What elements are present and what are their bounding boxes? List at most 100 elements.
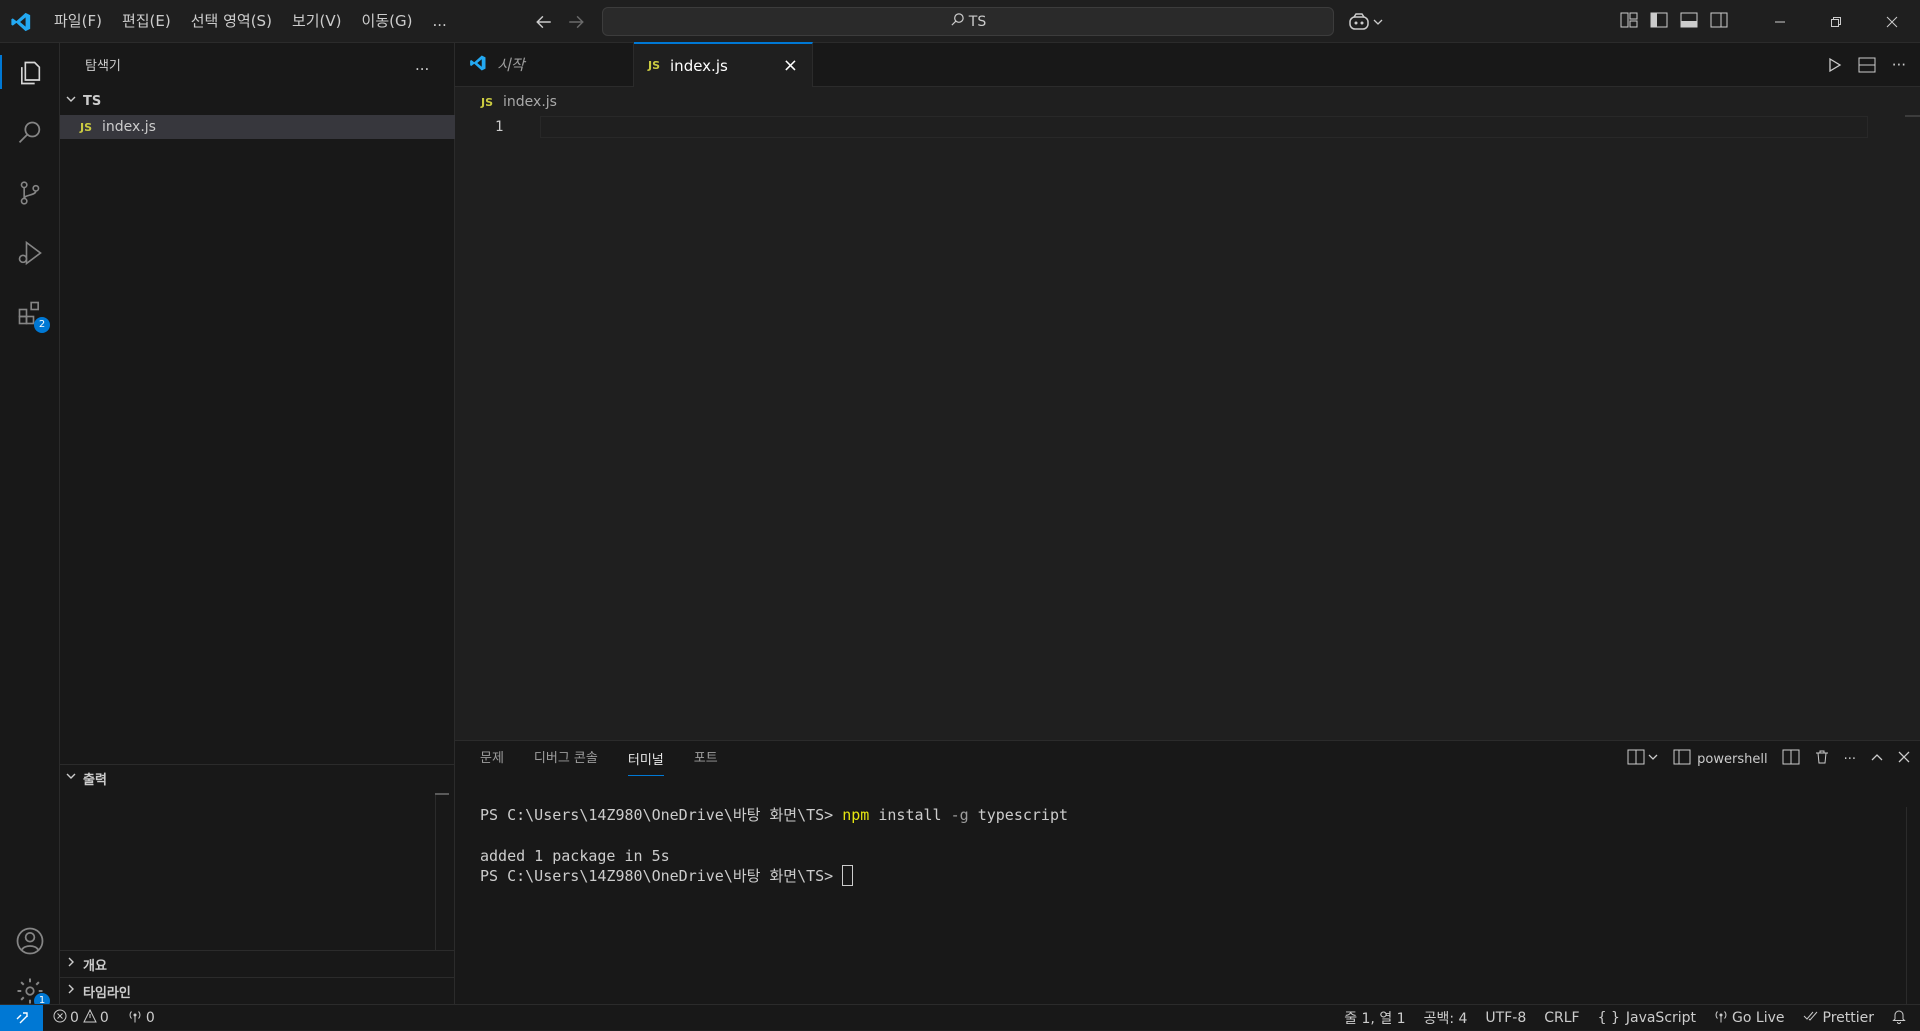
forward-arrow-icon[interactable]	[564, 0, 588, 43]
terminal-arg: typescript	[977, 806, 1069, 824]
bottom-panel: 문제 디버그 콘솔 터미널 포트 powershell ··· PS C:\Us…	[455, 740, 1920, 1005]
toggle-primary-sidebar-icon[interactable]	[1650, 12, 1668, 32]
run-file-icon[interactable]	[1826, 43, 1842, 87]
trash-icon[interactable]	[1814, 749, 1830, 769]
panel-tab-terminal[interactable]: 터미널	[627, 743, 664, 776]
accounts-icon[interactable]	[0, 913, 60, 969]
terminal-shell-name[interactable]: powershell	[1697, 752, 1767, 767]
command-center-search[interactable]: TS	[602, 7, 1334, 36]
run-debug-icon[interactable]	[0, 225, 60, 281]
cursor-position[interactable]: 줄 1, 열 1	[1344, 1008, 1405, 1028]
toggle-panel-icon[interactable]	[1680, 12, 1698, 32]
terminal-prompt: PS C:\Users\14Z980\OneDrive\바탕 화면\TS>	[480, 806, 834, 824]
editor-area[interactable]: JS index.js 1	[455, 87, 1920, 740]
explorer-icon[interactable]	[0, 45, 60, 101]
folder-header-ts[interactable]: TS	[65, 89, 455, 113]
toggle-secondary-sidebar-icon[interactable]	[1710, 12, 1728, 32]
go-live-button[interactable]: Go Live	[1714, 1009, 1785, 1027]
sidebar-title: 탐색기	[85, 43, 121, 86]
end-of-line[interactable]: CRLF	[1544, 1010, 1579, 1026]
restore-button[interactable]	[1808, 0, 1864, 43]
menu-view[interactable]: 보기(V)	[282, 0, 352, 43]
output-section-header[interactable]: 출력	[65, 766, 455, 790]
menu-go[interactable]: 이동(G)	[352, 0, 423, 43]
source-control-icon[interactable]	[0, 165, 60, 221]
indentation[interactable]: 공백: 4	[1424, 1008, 1468, 1028]
extensions-icon[interactable]: 2	[0, 285, 60, 341]
terminal-scrollbar[interactable]	[1906, 807, 1920, 1005]
breadcrumb-file[interactable]: index.js	[503, 94, 557, 110]
file-item-index-js[interactable]: JS index.js	[60, 115, 455, 139]
editor-more-icon[interactable]: ···	[1892, 43, 1906, 87]
ports-count: 0	[145, 1009, 155, 1026]
timeline-section-header[interactable]: 타임라인	[65, 979, 455, 1003]
close-window-button[interactable]	[1864, 0, 1920, 43]
vscode-logo-icon	[469, 54, 487, 76]
section-divider	[60, 977, 455, 978]
panel-actions: powershell ···	[1627, 741, 1910, 777]
menu-more[interactable]: ...	[422, 0, 456, 43]
double-check-icon	[1803, 1010, 1819, 1026]
menu-selection[interactable]: 선택 영역(S)	[181, 0, 282, 43]
activity-bar: 2 1	[0, 43, 60, 1009]
encoding[interactable]: UTF-8	[1485, 1010, 1526, 1026]
warning-count: 0	[99, 1009, 109, 1026]
tab-index-js[interactable]: JS index.js ×	[634, 41, 813, 88]
minimize-button[interactable]	[1752, 0, 1808, 43]
chevron-right-icon	[65, 956, 77, 972]
prettier-status[interactable]: Prettier	[1803, 1009, 1875, 1026]
go-live-label: Go Live	[1732, 1009, 1785, 1026]
terminal-output: added 1 package in 5s	[480, 847, 670, 865]
vscode-logo-icon	[10, 0, 32, 43]
warning-icon	[83, 1008, 97, 1027]
close-icon[interactable]: ×	[783, 55, 798, 76]
chevron-right-icon	[65, 983, 77, 999]
menu-edit[interactable]: 편집(E)	[112, 0, 181, 43]
terminal-content[interactable]: PS C:\Users\14Z980\OneDrive\바탕 화면\TS> np…	[480, 804, 1068, 886]
language-mode[interactable]: { } JavaScript	[1598, 1010, 1696, 1026]
chevron-down-icon[interactable]	[1647, 751, 1659, 767]
ports-status[interactable]: 0	[127, 1009, 155, 1027]
error-count: 0	[70, 1009, 79, 1026]
maximize-panel-icon[interactable]	[1870, 750, 1884, 768]
close-panel-icon[interactable]	[1898, 751, 1910, 767]
line-number: 1	[495, 119, 504, 135]
chevron-down-icon	[65, 93, 77, 109]
customize-layout-icon[interactable]	[1620, 12, 1638, 32]
js-file-icon: JS	[481, 95, 494, 109]
status-right: 줄 1, 열 1 공백: 4 UTF-8 CRLF { } JavaScript …	[1326, 1008, 1906, 1028]
extensions-badge: 2	[34, 317, 50, 333]
panel-tab-debug-console[interactable]: 디버그 콘솔	[534, 741, 598, 777]
outline-section-label: 개요	[83, 958, 107, 974]
panel-tab-problems[interactable]: 문제	[480, 741, 504, 777]
terminal-command: npm	[842, 806, 870, 824]
tab-label: 시작	[497, 56, 525, 74]
output-section-label: 출력	[83, 772, 107, 788]
new-terminal-split-icon[interactable]	[1627, 749, 1645, 769]
search-view-icon[interactable]	[0, 105, 60, 161]
prettier-label: Prettier	[1822, 1009, 1875, 1026]
tab-welcome[interactable]: 시작	[455, 42, 634, 87]
menu-file[interactable]: 파일(F)	[44, 0, 112, 43]
layout-controls	[1620, 0, 1728, 43]
breadcrumb: JS index.js	[481, 91, 557, 113]
problems-status[interactable]: 0 0	[53, 1008, 109, 1027]
panel-tab-ports[interactable]: 포트	[694, 741, 718, 777]
panel-tab-bar: 문제 디버그 콘솔 터미널 포트	[480, 741, 748, 777]
file-name: index.js	[102, 119, 156, 135]
split-terminal-icon[interactable]	[1782, 749, 1800, 769]
more-actions-icon: ...	[415, 55, 430, 74]
menu-bar: 파일(F) 편집(E) 선택 영역(S) 보기(V) 이동(G) ...	[44, 0, 457, 43]
js-file-icon: JS	[80, 120, 93, 134]
overview-ruler-mark	[1905, 115, 1920, 117]
back-arrow-icon[interactable]	[532, 0, 556, 43]
sidebar-more-button[interactable]: ...	[415, 43, 429, 86]
folder-name: TS	[83, 93, 102, 109]
remote-indicator-icon[interactable]	[0, 1004, 43, 1031]
split-editor-icon[interactable]	[1858, 43, 1876, 87]
panel-more-icon[interactable]: ···	[1844, 752, 1856, 767]
bell-icon[interactable]	[1892, 1008, 1906, 1028]
copilot-icon[interactable]	[1348, 0, 1384, 43]
search-text: TS	[968, 13, 987, 30]
outline-section-header[interactable]: 개요	[65, 952, 455, 976]
